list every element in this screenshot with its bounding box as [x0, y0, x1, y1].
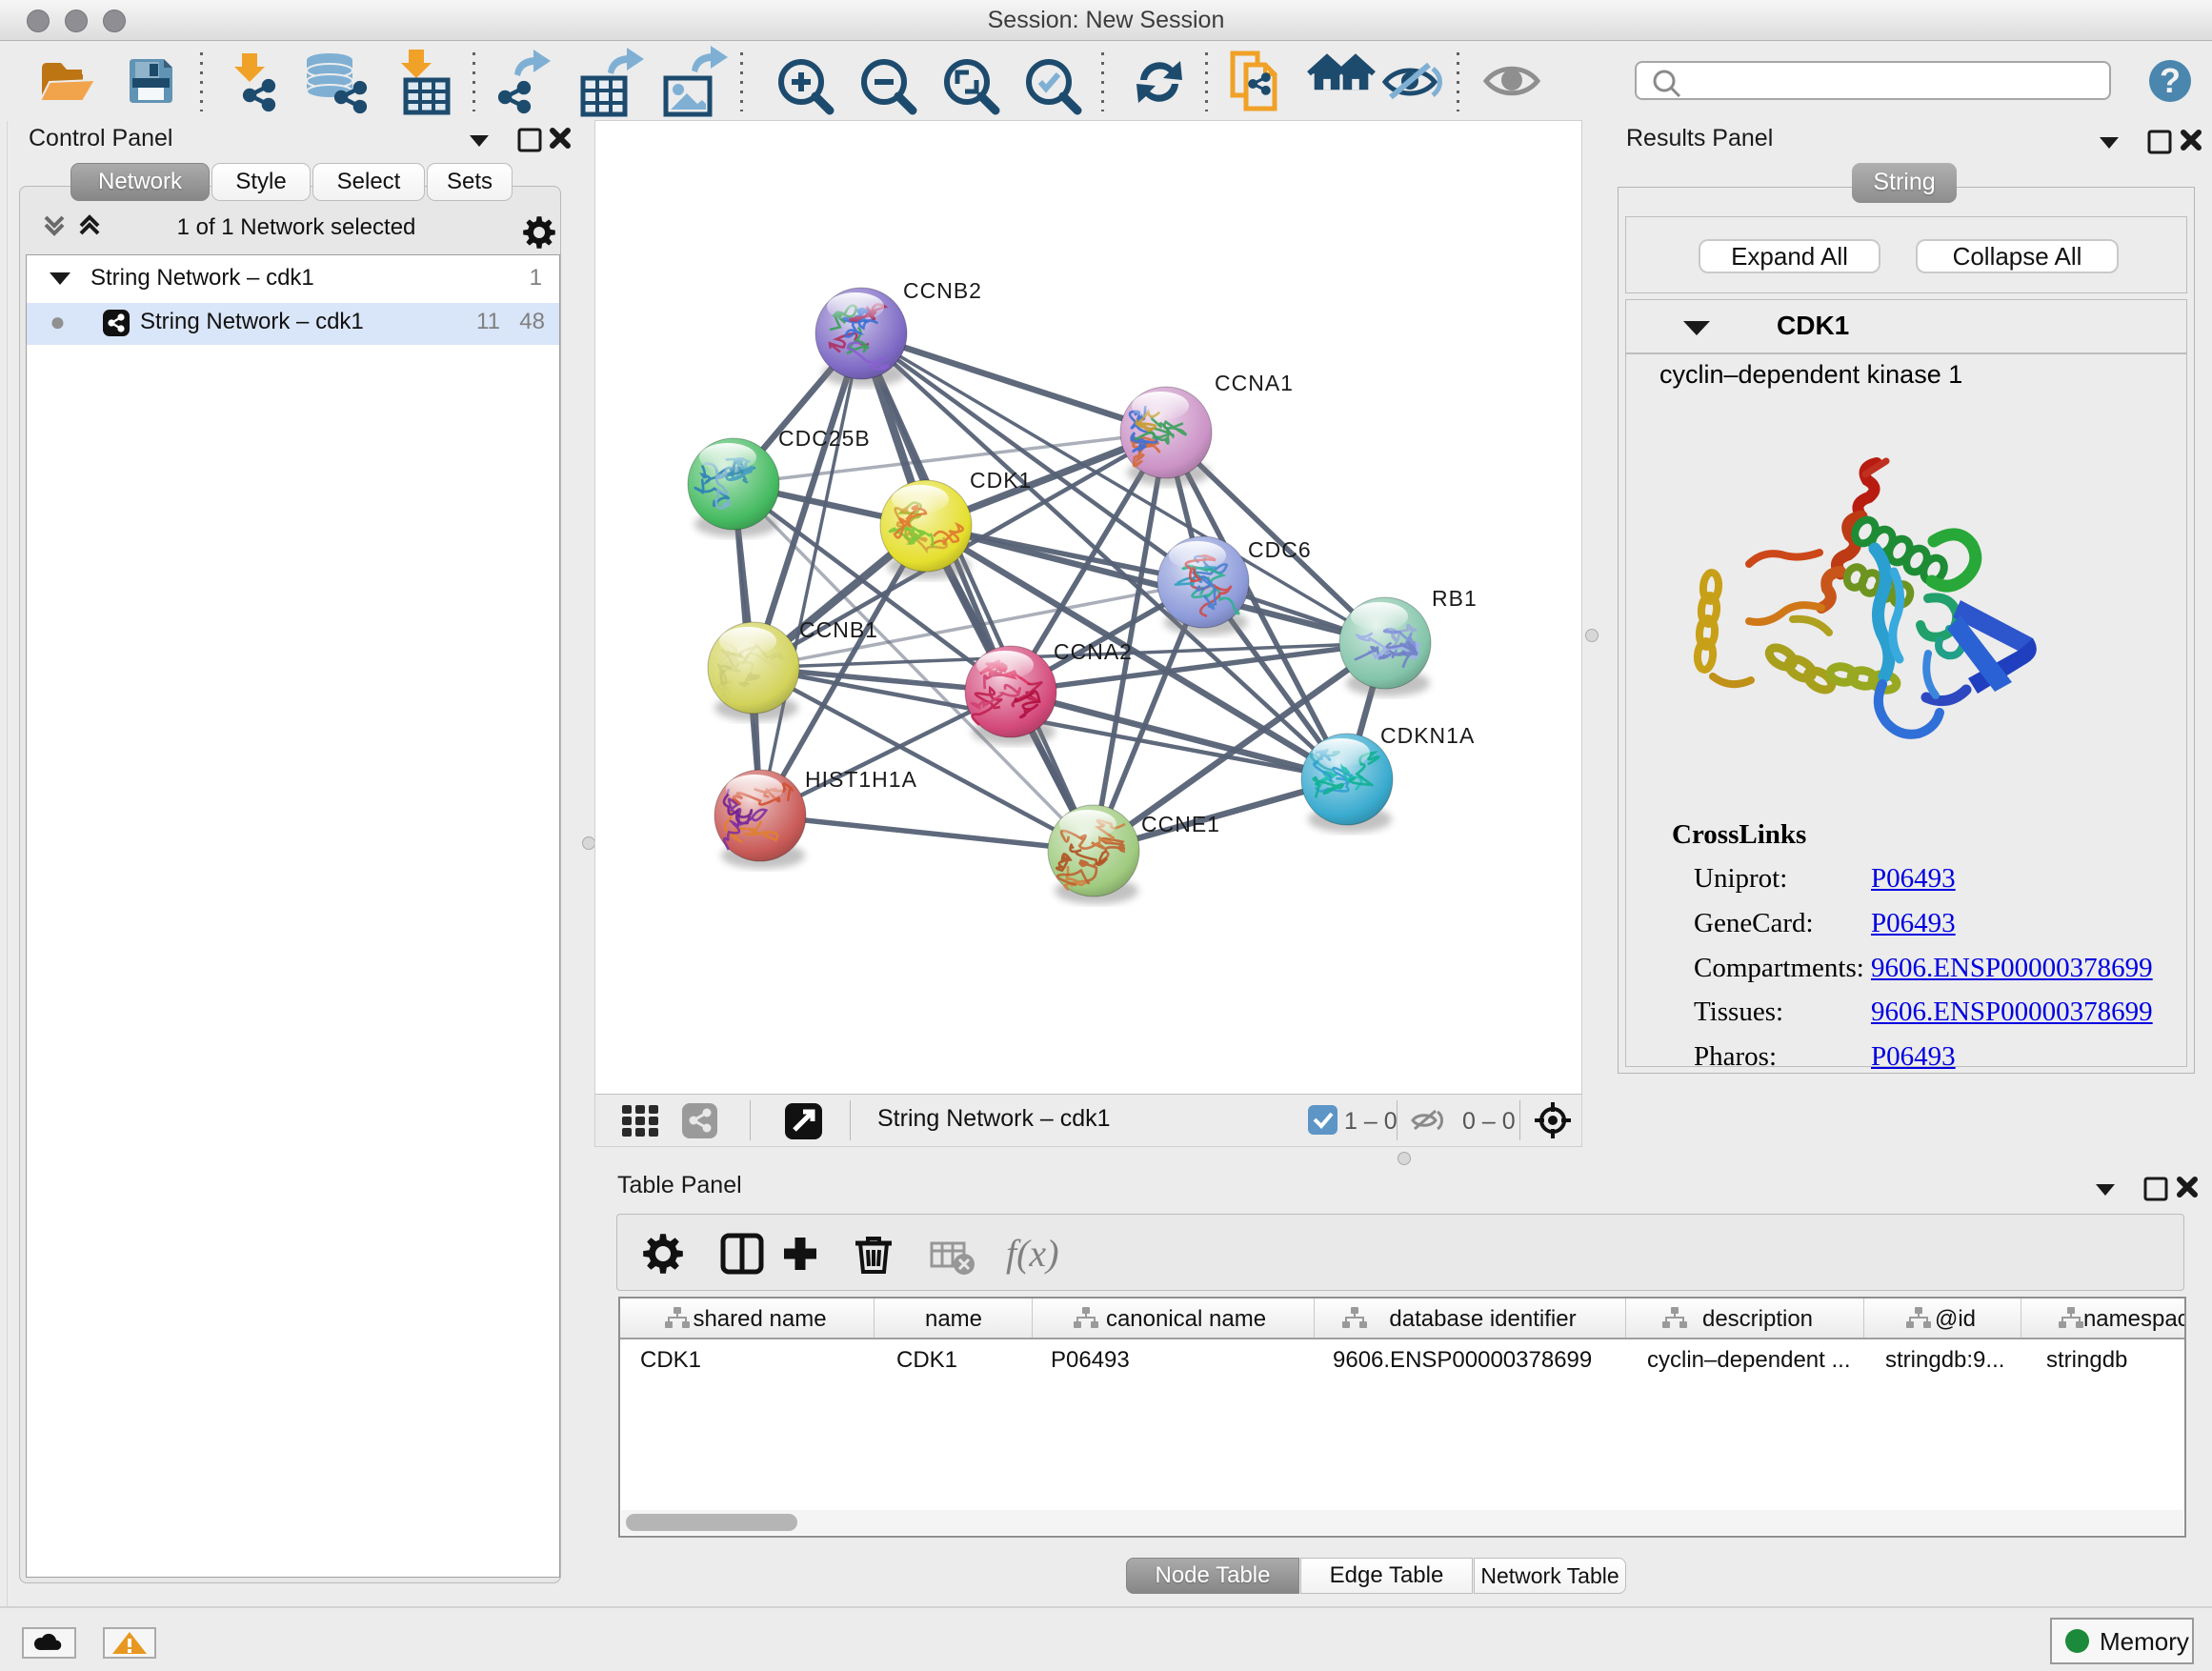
- svg-text:1 of 1 Network selected: 1 of 1 Network selected: [177, 214, 416, 240]
- svg-text:f(x): f(x): [1006, 1232, 1059, 1275]
- svg-text:CCNA1: CCNA1: [1215, 371, 1294, 395]
- svg-text:CCNB2: CCNB2: [903, 278, 982, 303]
- svg-text:HIST1H1A: HIST1H1A: [805, 767, 917, 792]
- svg-text:0 – 0: 0 – 0: [1462, 1108, 1516, 1135]
- svg-text:1 – 0: 1 – 0: [1344, 1108, 1398, 1135]
- svg-text:CCNB1: CCNB1: [799, 617, 878, 642]
- svg-text:CDK1: CDK1: [970, 468, 1032, 493]
- svg-text:CDC25B: CDC25B: [778, 426, 871, 451]
- svg-text:CCNA2: CCNA2: [1054, 639, 1133, 664]
- svg-text:CDKN1A: CDKN1A: [1380, 723, 1475, 748]
- svg-text:RB1: RB1: [1432, 586, 1478, 611]
- svg-text:CDC6: CDC6: [1248, 537, 1312, 562]
- svg-text:CCNE1: CCNE1: [1141, 812, 1220, 836]
